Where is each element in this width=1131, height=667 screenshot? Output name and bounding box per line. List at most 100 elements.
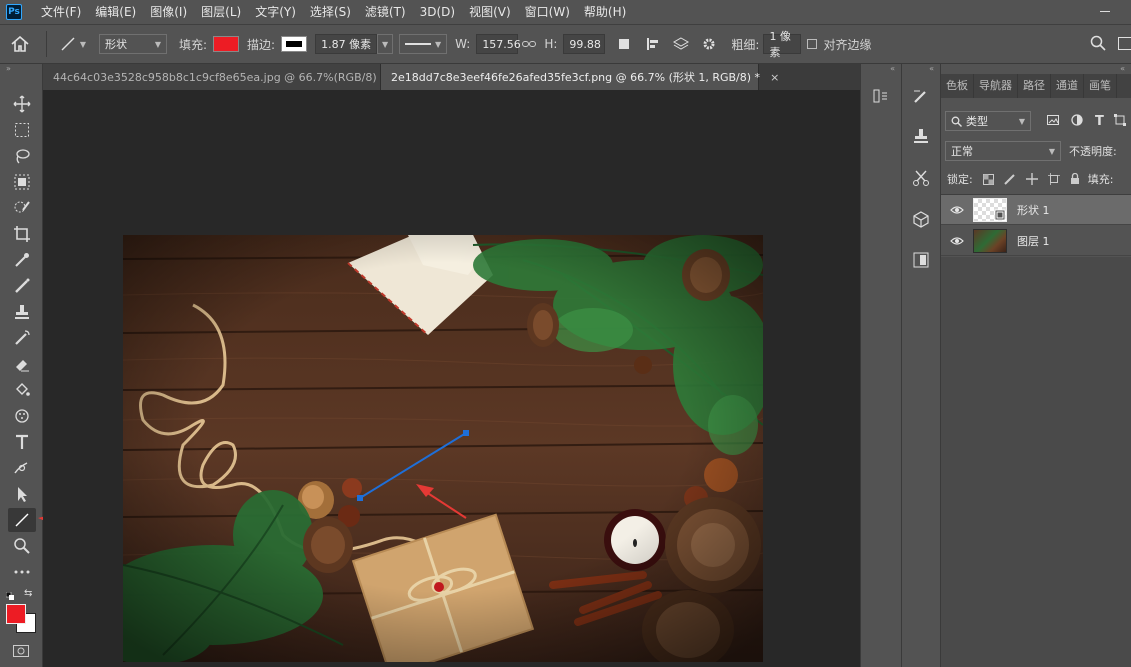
menu-3d[interactable]: 3D(D) xyxy=(413,0,462,24)
tool-mode-dropdown[interactable]: 形状 ▼ xyxy=(99,34,167,54)
menu-edit[interactable]: 编辑(E) xyxy=(88,0,143,24)
menu-select[interactable]: 选择(S) xyxy=(303,0,358,24)
quick-selection-tool[interactable] xyxy=(8,196,36,220)
collapse-icon[interactable]: « xyxy=(929,64,934,73)
more-tools-button[interactable] xyxy=(8,560,36,584)
menu-filter[interactable]: 滤镜(T) xyxy=(358,0,413,24)
weight-input[interactable]: 1 像素 xyxy=(763,30,802,59)
menu-layer[interactable]: 图层(L) xyxy=(194,0,248,24)
crop-tool[interactable] xyxy=(8,222,36,246)
stroke-type-dropdown[interactable]: ▼ xyxy=(399,34,448,54)
height-input[interactable]: 99.88 像 xyxy=(563,34,606,54)
path-selection-tool[interactable] xyxy=(8,482,36,506)
tab-document-1[interactable]: 44c64c03e3528c958b8c1c9cf8e65ea.jpg @ 66… xyxy=(43,64,396,90)
path-operations-button[interactable] xyxy=(609,37,639,51)
filter-kind-dropdown[interactable]: 类型 ▼ xyxy=(945,111,1031,131)
lock-position-icon[interactable] xyxy=(1025,173,1038,185)
menu-type[interactable]: 文字(Y) xyxy=(248,0,303,24)
menu-image[interactable]: 图像(I) xyxy=(143,0,194,24)
type-tool[interactable] xyxy=(8,430,36,454)
filter-type-icon[interactable]: T xyxy=(1095,114,1104,129)
align-edges-label: 对齐边缘 xyxy=(823,37,872,52)
close-icon[interactable]: × xyxy=(770,71,779,84)
tab-channels[interactable]: 通道 xyxy=(1051,74,1084,98)
properties-panel-button[interactable] xyxy=(906,246,936,274)
chevron-down-icon: ▼ xyxy=(1018,116,1025,126)
canvas-area[interactable] xyxy=(43,90,860,667)
3d-panel-button[interactable] xyxy=(906,205,936,233)
filter-adjustment-button[interactable] xyxy=(1071,113,1083,129)
history-panel-button[interactable] xyxy=(866,82,896,110)
menu-file[interactable]: 文件(F) xyxy=(34,0,88,24)
swap-colors-icon[interactable]: ⇆ xyxy=(24,588,32,599)
stroke-width-input[interactable]: 1.87 像素 xyxy=(315,34,378,54)
minimize-button[interactable] xyxy=(1090,0,1120,24)
history-brush-tool[interactable] xyxy=(8,326,36,350)
eyedropper-tool[interactable] xyxy=(8,248,36,272)
default-colors-button[interactable] xyxy=(5,589,14,600)
align-edges-checkbox[interactable] xyxy=(807,39,818,49)
document-canvas[interactable] xyxy=(123,235,763,662)
default-colors-icon xyxy=(5,591,14,600)
quick-selection-icon xyxy=(14,201,30,213)
link-dimensions-button[interactable] xyxy=(518,39,540,49)
fill-color-swatch[interactable] xyxy=(213,36,240,52)
collapse-icon[interactable]: » xyxy=(0,64,42,74)
visibility-toggle[interactable] xyxy=(941,205,973,215)
menu-window[interactable]: 窗口(W) xyxy=(518,0,577,24)
blend-row: 正常 ▼ 不透明度: xyxy=(941,139,1131,163)
collapse-icon[interactable]: « xyxy=(890,64,895,73)
separator xyxy=(46,31,47,57)
lock-pixels-brush-icon[interactable] xyxy=(1004,173,1016,185)
lasso-tool[interactable] xyxy=(8,144,36,168)
brush-settings-button[interactable] xyxy=(906,82,936,110)
home-button[interactable] xyxy=(0,24,40,64)
stroke-color-swatch[interactable] xyxy=(281,36,308,52)
tab-document-2[interactable]: 2e18dd7c8e3eef46fe26afed35fe3cf.png @ 66… xyxy=(381,64,779,90)
move-tool[interactable] xyxy=(8,92,36,116)
stroke-width-dropdown[interactable]: ▼ xyxy=(377,34,394,54)
lock-transparency-icon[interactable] xyxy=(982,173,994,185)
width-input[interactable]: 157.56 xyxy=(476,34,521,54)
scissors-icon xyxy=(913,170,929,186)
eye-icon xyxy=(950,205,964,214)
christmas-wood-photo xyxy=(123,235,763,662)
filter-shape-button[interactable] xyxy=(1113,113,1126,129)
path-alignment-button[interactable] xyxy=(639,37,667,51)
tab-paths[interactable]: 路径 xyxy=(1018,74,1051,98)
blend-mode-dropdown[interactable]: 正常 ▼ xyxy=(945,141,1061,161)
collapse-icon[interactable]: « xyxy=(1120,64,1125,73)
settings-button[interactable] xyxy=(695,37,723,51)
lock-artboard-icon[interactable] xyxy=(1047,173,1060,185)
paint-bucket-icon xyxy=(16,383,30,396)
tab-swatches[interactable]: 色板 xyxy=(941,74,974,98)
marquee-tool[interactable] xyxy=(8,118,36,142)
layer-row-image[interactable]: 图层 1 xyxy=(941,226,1131,256)
menu-view[interactable]: 视图(V) xyxy=(462,0,518,24)
brush-settings-icon xyxy=(914,90,926,103)
tab-brushes[interactable]: 画笔 xyxy=(1084,74,1117,98)
clone-source-button[interactable] xyxy=(906,122,936,150)
visibility-toggle[interactable] xyxy=(941,236,973,246)
search-button[interactable] xyxy=(1090,35,1108,53)
path-arrangement-button[interactable] xyxy=(667,37,695,51)
tool-preset-picker[interactable]: ▼ xyxy=(53,24,93,64)
blur-tool[interactable] xyxy=(8,404,36,428)
opacity-label: 不透明度: xyxy=(1069,145,1117,158)
tool-presets-button[interactable] xyxy=(906,164,936,192)
menu-help[interactable]: 帮助(H) xyxy=(577,0,633,24)
clone-stamp-tool[interactable] xyxy=(8,300,36,324)
filter-image-button[interactable] xyxy=(1047,114,1059,128)
layer-row-shape[interactable]: 形状 1 xyxy=(941,195,1131,225)
lock-all-icon[interactable] xyxy=(1070,173,1080,185)
eraser-tool[interactable] xyxy=(8,352,36,376)
paint-bucket-tool[interactable] xyxy=(8,378,36,402)
foreground-color-swatch[interactable] xyxy=(6,604,26,624)
quick-mask-button[interactable] xyxy=(12,644,30,660)
workspace-button[interactable] xyxy=(1118,36,1131,52)
pen-tool[interactable] xyxy=(8,456,36,480)
zoom-tool[interactable] xyxy=(8,534,36,558)
healing-brush-tool[interactable] xyxy=(8,274,36,298)
tab-navigator[interactable]: 导航器 xyxy=(974,74,1018,98)
object-selection-tool[interactable] xyxy=(8,170,36,194)
